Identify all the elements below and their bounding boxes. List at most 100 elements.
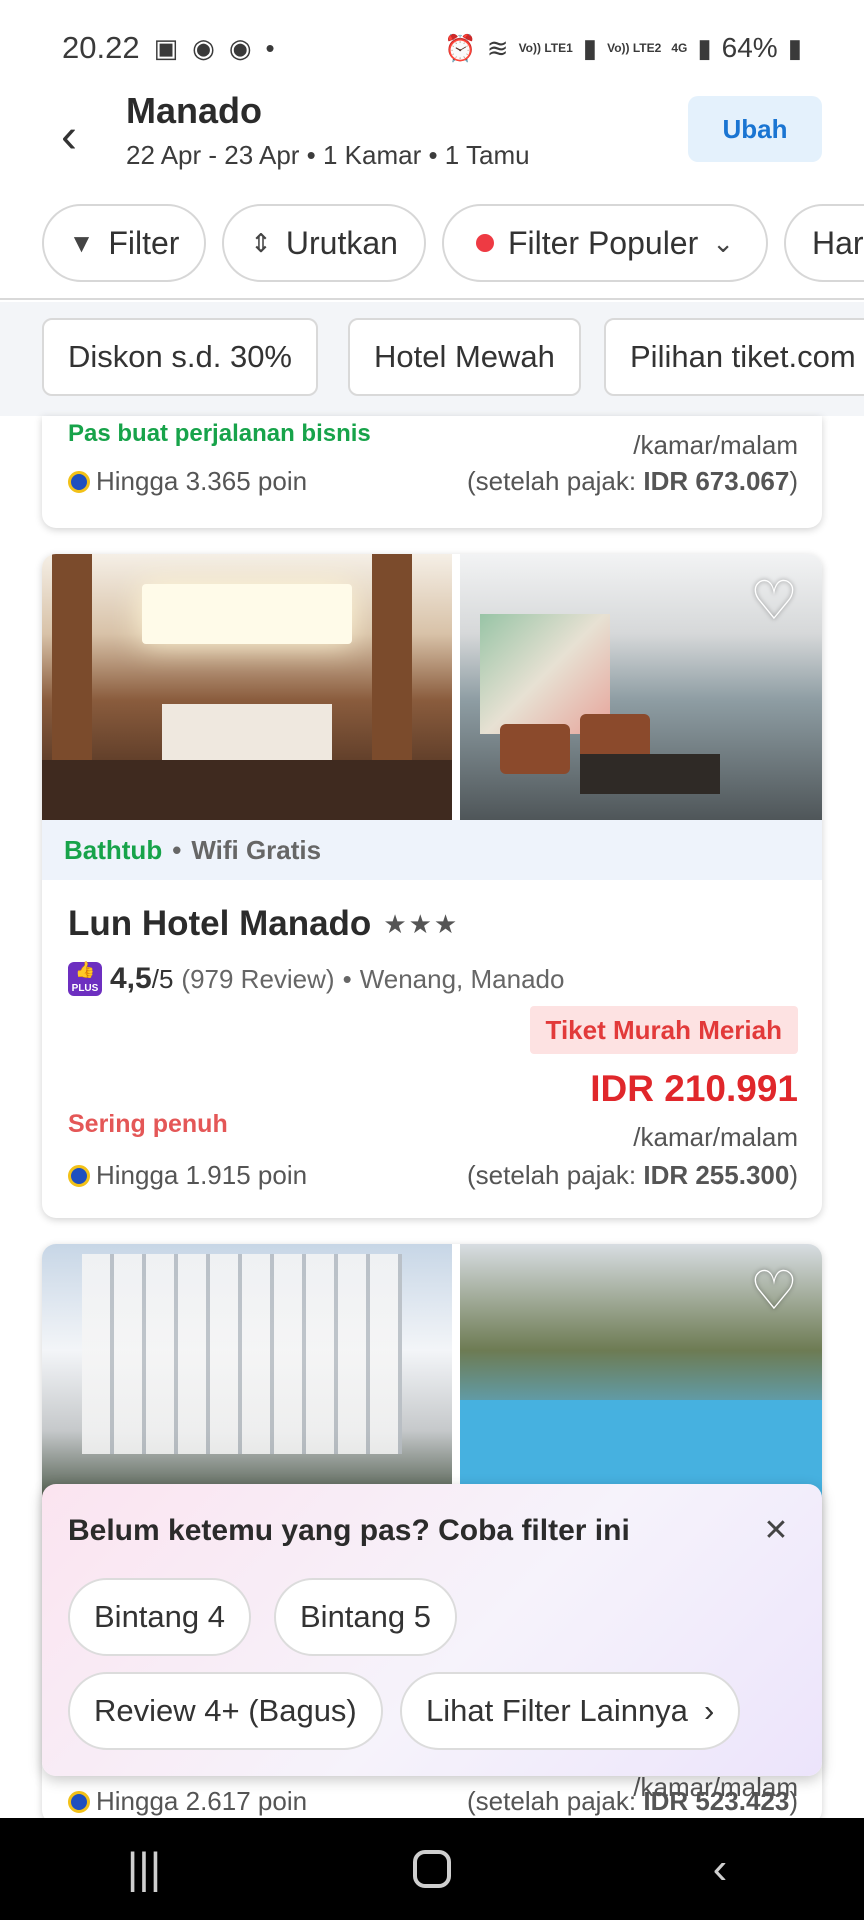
chevron-down-icon: ⌄ bbox=[712, 227, 735, 258]
rating-row: PLUS 4,5/5 (979 Review) • Wenang, Manado bbox=[68, 960, 565, 996]
more-filters-button[interactable]: Lihat Filter Lainnya › bbox=[400, 1672, 741, 1750]
rating-scale: /5 bbox=[151, 964, 174, 994]
rating-number: 4,5 bbox=[110, 962, 152, 995]
tax-suffix: ) bbox=[789, 466, 798, 496]
plus-badge-icon: PLUS bbox=[68, 960, 102, 996]
tax-price: (setelah pajak: IDR 523.423) bbox=[467, 1786, 798, 1817]
funnel-icon: ▼ bbox=[68, 227, 95, 258]
amenity-bar: Bathtub • Wifi Gratis bbox=[42, 820, 822, 880]
filter-bar: ▼ Filter ⇕ Urutkan Filter Populer ⌄ Harg… bbox=[0, 204, 864, 300]
signal-icon: ▮ bbox=[582, 32, 598, 63]
coin-icon bbox=[68, 470, 90, 493]
promo-badge: Tiket Murah Meriah bbox=[529, 1006, 798, 1054]
review-count: (979 Review) bbox=[181, 963, 335, 994]
hotel-photos[interactable]: ♡ bbox=[42, 1244, 822, 1510]
tax-value: IDR 523.423 bbox=[643, 1786, 790, 1816]
search-header: ‹ Manado 22 Apr - 23 Apr • 1 Kamar • 1 T… bbox=[0, 88, 864, 198]
more-notifications-icon: • bbox=[265, 32, 275, 63]
suggestion-title: Belum ketemu yang pas? Coba filter ini bbox=[68, 1514, 630, 1547]
amenity-separator: • bbox=[172, 834, 182, 865]
hotel-name: Lun Hotel Manado ★★★ bbox=[68, 904, 459, 944]
filter-suggestion-panel: Belum ketemu yang pas? Coba filter ini ✕… bbox=[42, 1484, 822, 1776]
gallery-icon: ▣ bbox=[153, 32, 179, 63]
hotel-card[interactable]: ♡ Bathtub • Wifi Gratis Lun Hotel Manado… bbox=[42, 554, 822, 1218]
tax-prefix: (setelah pajak: bbox=[467, 1160, 644, 1190]
hotel-photo-pool[interactable]: ♡ bbox=[460, 1244, 822, 1510]
tax-price: (setelah pajak: IDR 255.300) bbox=[467, 1160, 798, 1191]
app-notification-icon: ◉ bbox=[192, 32, 215, 63]
sim1-label: Vo)) LTE1 bbox=[518, 41, 573, 55]
tax-value: IDR 255.300 bbox=[643, 1160, 790, 1190]
active-dot-icon bbox=[475, 234, 494, 252]
wifi-icon: ≋ bbox=[486, 32, 509, 63]
quick-filter-row: Diskon s.d. 30% Hotel Mewah Pilihan tike… bbox=[0, 302, 864, 416]
recent-apps-icon[interactable]: ||| bbox=[84, 1829, 204, 1909]
price-filter-label: Harga bbox=[812, 224, 864, 261]
hotel-location: Wenang, Manado bbox=[359, 963, 565, 994]
sort-label: Urutkan bbox=[285, 224, 398, 261]
signal-icon: ▮ bbox=[697, 32, 712, 63]
suggestion-chip-4-star[interactable]: Bintang 4 bbox=[68, 1578, 251, 1656]
availability-note: Sering penuh bbox=[68, 1110, 228, 1138]
back-nav-icon[interactable]: ‹ bbox=[660, 1829, 780, 1909]
hotel-name-text: Lun Hotel Manado bbox=[68, 904, 372, 943]
sort-button[interactable]: ⇕ Urutkan bbox=[222, 204, 426, 282]
favorite-heart-icon[interactable]: ♡ bbox=[744, 571, 804, 631]
status-bar: 20.22 ▣ ◉ ◉ • ⏰ ≋ Vo)) LTE1 ▮ Vo)) LTE2 … bbox=[0, 0, 864, 96]
tax-prefix: (setelah pajak: bbox=[467, 466, 644, 496]
status-time: 20.22 bbox=[62, 30, 140, 65]
card-note: Pas buat perjalanan bisnis bbox=[68, 420, 371, 447]
filter-label: Filter bbox=[108, 224, 180, 261]
more-filters-label: Lihat Filter Lainnya bbox=[426, 1693, 688, 1728]
hotel-price: IDR 210.991 bbox=[590, 1068, 798, 1109]
points-info: Hingga 3.365 poin bbox=[68, 466, 307, 497]
coin-icon bbox=[68, 1164, 90, 1187]
rating-value: 4,5/5 bbox=[110, 962, 173, 996]
quick-filter-luxury[interactable]: Hotel Mewah bbox=[348, 318, 581, 396]
points-info: Hingga 2.617 poin bbox=[68, 1786, 307, 1817]
change-search-button[interactable]: Ubah bbox=[688, 96, 822, 162]
back-button[interactable]: ‹ bbox=[44, 106, 94, 166]
popular-filter-dropdown[interactable]: Filter Populer ⌄ bbox=[442, 204, 768, 282]
points-label: Hingga 2.617 poin bbox=[96, 1786, 308, 1816]
chevron-left-icon: ‹ bbox=[61, 109, 77, 163]
alarm-icon: ⏰ bbox=[444, 32, 477, 63]
amenity-bathtub: Bathtub bbox=[64, 834, 163, 865]
points-info: Hingga 1.915 poin bbox=[68, 1160, 307, 1191]
quick-filter-tiket-choice[interactable]: Pilihan tiket.com bbox=[604, 318, 864, 396]
battery-icon: ▮ bbox=[787, 32, 802, 63]
page-title: Manado bbox=[126, 90, 263, 131]
tax-prefix: (setelah pajak: bbox=[467, 1786, 644, 1816]
quick-filter-discount[interactable]: Diskon s.d. 30% bbox=[42, 318, 318, 396]
hotel-photo-exterior[interactable] bbox=[42, 1244, 452, 1510]
system-nav-bar: ||| ‹ bbox=[0, 1818, 864, 1920]
favorite-heart-icon[interactable]: ♡ bbox=[744, 1261, 804, 1321]
battery-percent: 64% bbox=[721, 32, 778, 63]
star-rating-icon: ★★★ bbox=[383, 908, 460, 939]
amenity-wifi: Wifi Gratis bbox=[191, 834, 322, 865]
close-icon[interactable]: ✕ bbox=[756, 1510, 796, 1550]
search-summary: 22 Apr - 23 Apr • 1 Kamar • 1 Tamu bbox=[126, 140, 530, 170]
next-card-bottom-row: Hingga 2.617 poin (setelah pajak: IDR 52… bbox=[42, 1776, 822, 1820]
home-icon bbox=[413, 1850, 451, 1888]
hotel-photo-lounge[interactable]: ♡ bbox=[460, 554, 822, 820]
popular-filter-label: Filter Populer bbox=[507, 224, 699, 261]
hotel-photo-lobby[interactable] bbox=[42, 554, 452, 820]
tax-value: IDR 673.067 bbox=[643, 466, 790, 496]
home-button[interactable] bbox=[372, 1829, 492, 1909]
hotel-card-previous[interactable]: Pas buat perjalanan bisnis /kamar/malam … bbox=[42, 416, 822, 528]
price-filter-button[interactable]: Harga bbox=[784, 204, 864, 282]
suggestion-chip-5-star[interactable]: Bintang 5 bbox=[274, 1578, 457, 1656]
separator-dot: • bbox=[342, 963, 352, 994]
chevron-right-icon: › bbox=[703, 1693, 715, 1728]
filter-button[interactable]: ▼ Filter bbox=[42, 204, 206, 282]
per-night-label: /kamar/malam bbox=[633, 1122, 798, 1152]
sort-icon: ⇕ bbox=[250, 227, 272, 258]
suggestion-chip-review[interactable]: Review 4+ (Bagus) bbox=[68, 1672, 383, 1750]
tax-suffix: ) bbox=[789, 1160, 798, 1190]
points-label: Hingga 3.365 poin bbox=[96, 466, 308, 496]
tax-price: (setelah pajak: IDR 673.067) bbox=[467, 466, 798, 497]
hotel-photos[interactable]: ♡ bbox=[42, 554, 822, 820]
points-label: Hingga 1.915 poin bbox=[96, 1160, 308, 1190]
app-notification-icon: ◉ bbox=[228, 32, 252, 63]
